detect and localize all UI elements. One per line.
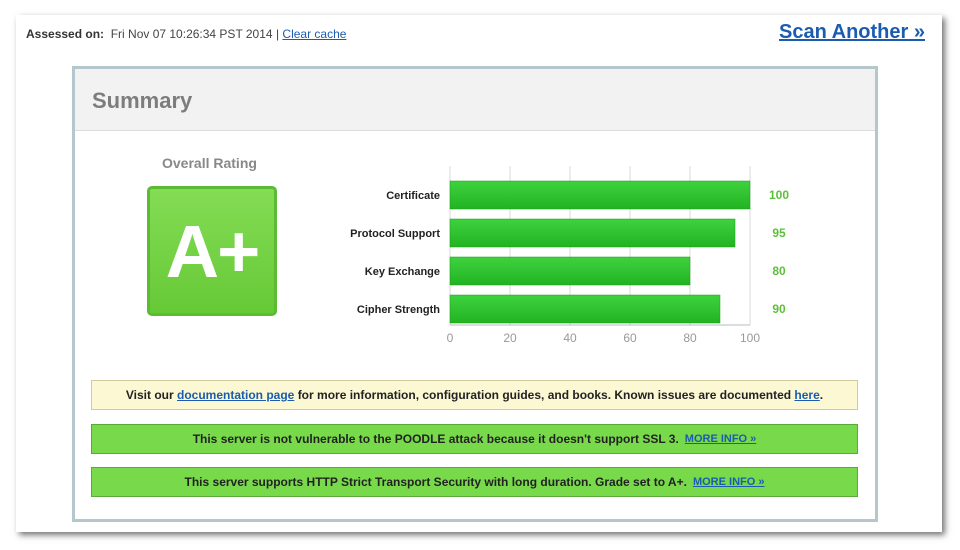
x-tick-label: 0 [447, 331, 454, 345]
poodle-notice: This server is not vulnerable to the POO… [91, 424, 858, 454]
x-tick-label: 40 [563, 331, 577, 345]
category-label: Certificate [386, 190, 440, 202]
scan-another-link[interactable]: Scan Another » [779, 21, 925, 44]
assessed-on: Assessed on: Fri Nov 07 10:26:34 PST 201… [26, 27, 346, 41]
docs-post: . [819, 388, 824, 402]
bar-key-exchange [449, 256, 691, 286]
x-tick-label: 100 [740, 331, 760, 345]
rating-chart: 0 20 40 60 80 100 Certificate 100 Protocol Suppo… [350, 166, 789, 345]
bar-cipher-strength [449, 294, 721, 324]
documentation-notice: Visit our documentation page for more in… [91, 380, 858, 410]
bar-protocol-support [449, 218, 736, 248]
hsts-more-info-link[interactable]: MORE INFO » [693, 476, 765, 488]
known-issues-link[interactable]: here [794, 388, 819, 402]
category-label: Key Exchange [365, 266, 440, 278]
poodle-more-info-link[interactable]: MORE INFO » [685, 433, 757, 445]
x-tick-label: 20 [503, 331, 517, 345]
assessed-label: Assessed on: [26, 27, 105, 41]
docs-mid: for more information, configuration guid… [297, 388, 792, 402]
value-label: 90 [772, 302, 786, 316]
report-page: Assessed on: Fri Nov 07 10:26:34 PST 201… [16, 15, 942, 532]
docs-pre: Visit our [125, 388, 174, 402]
assessed-value: Fri Nov 07 10:26:34 PST 2014 [110, 27, 273, 41]
bar-certificate [449, 180, 751, 210]
value-label: 95 [772, 226, 786, 240]
summary-panel: Summary Overall Rating A+ 0 20 40 60 80 100 Ce… [72, 66, 878, 522]
category-label: Protocol Support [350, 228, 440, 240]
value-label: 100 [769, 188, 789, 202]
value-label: 80 [772, 264, 786, 278]
clear-cache-link[interactable]: Clear cache [282, 27, 346, 41]
x-tick-label: 80 [683, 331, 697, 345]
hsts-notice: This server supports HTTP Strict Transpo… [91, 467, 858, 497]
hsts-text: This server supports HTTP Strict Transpo… [184, 475, 687, 489]
x-tick-label: 60 [623, 331, 637, 345]
documentation-page-link[interactable]: documentation page [177, 388, 294, 402]
separator: | [275, 27, 280, 41]
poodle-text: This server is not vulnerable to the POO… [192, 432, 679, 446]
category-label: Cipher Strength [357, 304, 440, 316]
